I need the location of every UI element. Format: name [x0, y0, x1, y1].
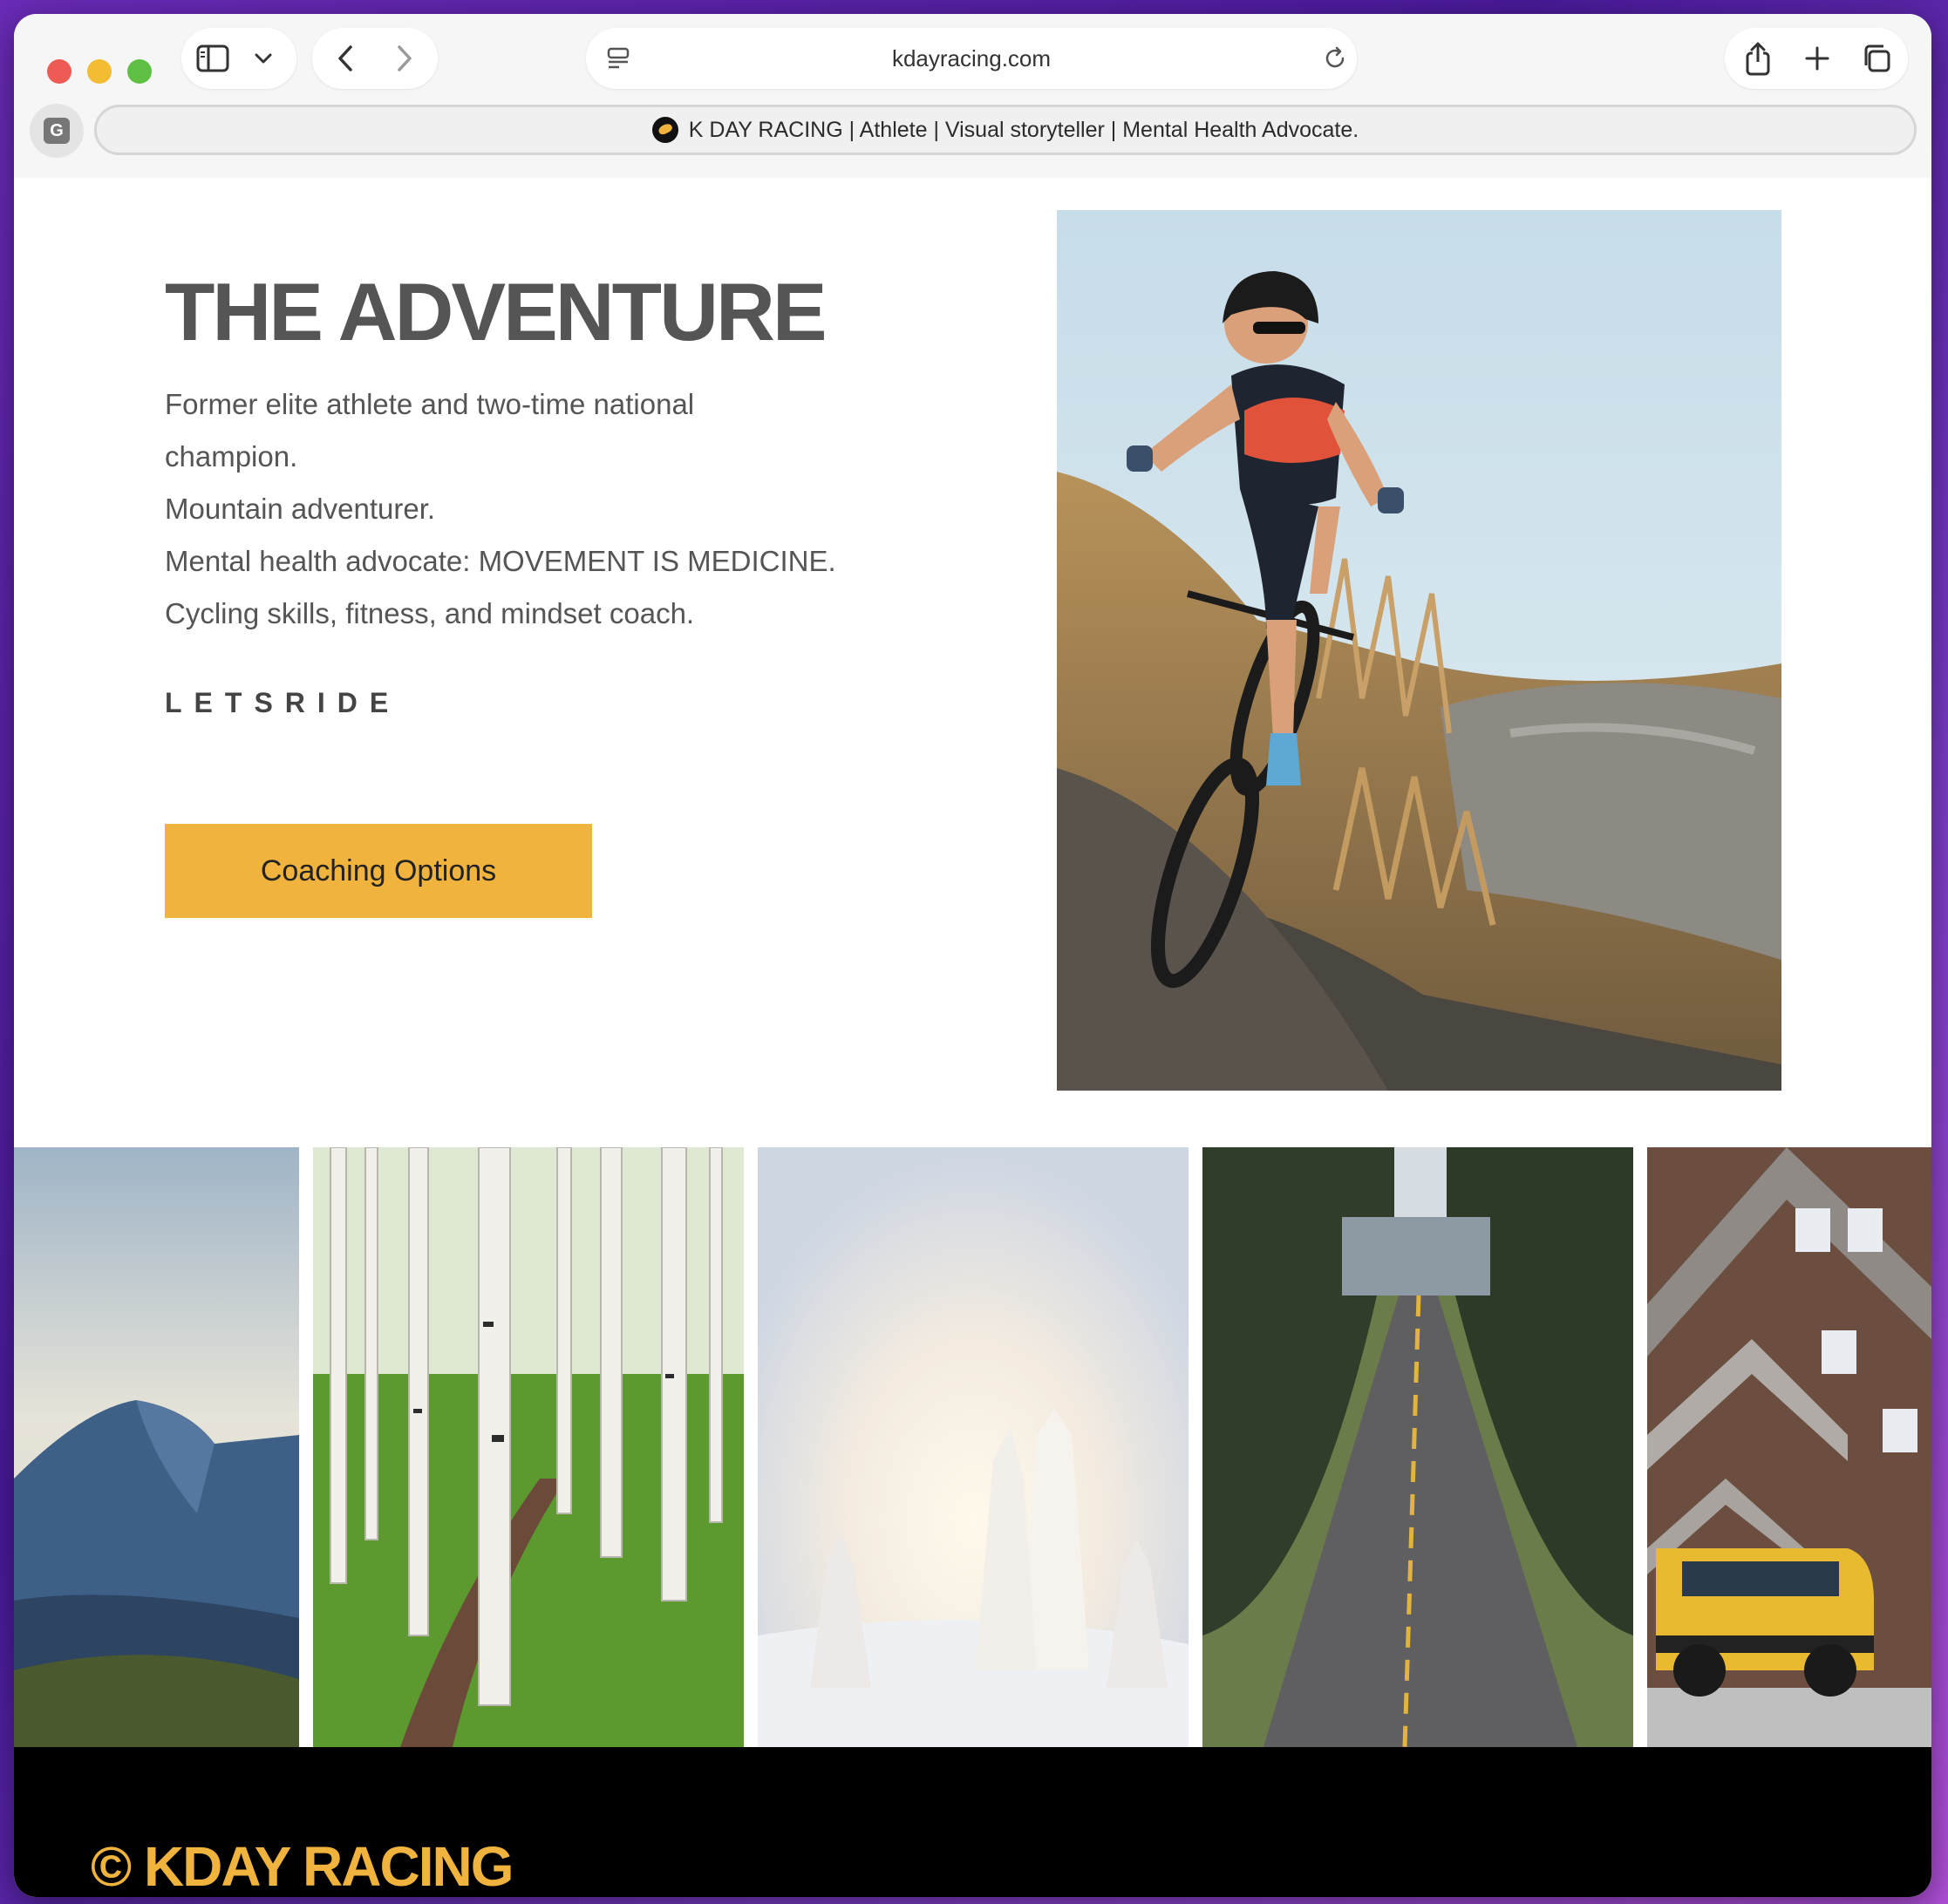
- address-bar[interactable]: kdayracing.com: [586, 28, 1357, 89]
- footer-copyright: © KDAY RACING: [91, 1835, 514, 1897]
- browser-window: kdayracing.com G K DAY RACING | Athlete …: [14, 14, 1931, 1897]
- forward-icon[interactable]: [387, 42, 422, 75]
- photo-gallery: [14, 1147, 1931, 1747]
- gallery-image-lodge-bus: [1647, 1147, 1931, 1747]
- actions-group: [1725, 28, 1908, 89]
- gallery-image-half-dome: [14, 1147, 299, 1747]
- gallery-image-aspen-forest: [313, 1147, 744, 1747]
- bio-line: Mountain adventurer.: [165, 493, 436, 525]
- close-window-button[interactable]: [47, 59, 72, 84]
- tab-title: K DAY RACING | Athlete | Visual storytel…: [688, 117, 1359, 142]
- bio-line: champion.: [165, 440, 298, 473]
- new-tab-icon[interactable]: [1800, 41, 1835, 76]
- minimize-window-button[interactable]: [87, 59, 112, 84]
- sidebar-toggle-group: [181, 28, 296, 89]
- share-icon[interactable]: [1740, 38, 1775, 78]
- gallery-image-snowy-trees: [758, 1147, 1189, 1747]
- coaching-options-button[interactable]: Coaching Options: [165, 824, 592, 918]
- page-title: THE ADVENTURE: [165, 266, 828, 357]
- site-favicon-icon: [651, 117, 678, 143]
- bio-line: Former elite athlete and two-time nation…: [165, 388, 695, 420]
- tab-overview-icon[interactable]: [1859, 41, 1894, 76]
- back-icon[interactable]: [328, 42, 363, 75]
- chevron-down-icon[interactable]: [249, 45, 277, 71]
- site-footer: © KDAY RACING: [14, 1747, 1931, 1897]
- reload-icon[interactable]: [1320, 44, 1350, 73]
- tagline: LETSRIDE: [165, 687, 401, 718]
- zoom-window-button[interactable]: [127, 59, 152, 84]
- sidebar-icon[interactable]: [195, 43, 230, 74]
- url-text: kdayracing.com: [891, 45, 1052, 71]
- bio-line: Mental health advocate: MOVEMENT IS MEDI…: [165, 545, 836, 577]
- hero-cyclist-image: [1057, 210, 1781, 1091]
- gallery-image-forest-road: [1202, 1147, 1633, 1747]
- bio-text: Former elite athlete and two-time nation…: [165, 378, 915, 640]
- tab-active[interactable]: K DAY RACING | Athlete | Visual storytel…: [94, 105, 1917, 155]
- page-content: THE ADVENTURE Former elite athlete and t…: [14, 178, 1931, 1897]
- profile-letter: G: [44, 118, 70, 144]
- profile-button[interactable]: G: [30, 104, 84, 158]
- navigation-group: [312, 28, 438, 89]
- bio-line: Cycling skills, fitness, and mindset coa…: [165, 597, 695, 629]
- browser-toolbar: kdayracing.com G K DAY RACING | Athlete …: [14, 14, 1931, 178]
